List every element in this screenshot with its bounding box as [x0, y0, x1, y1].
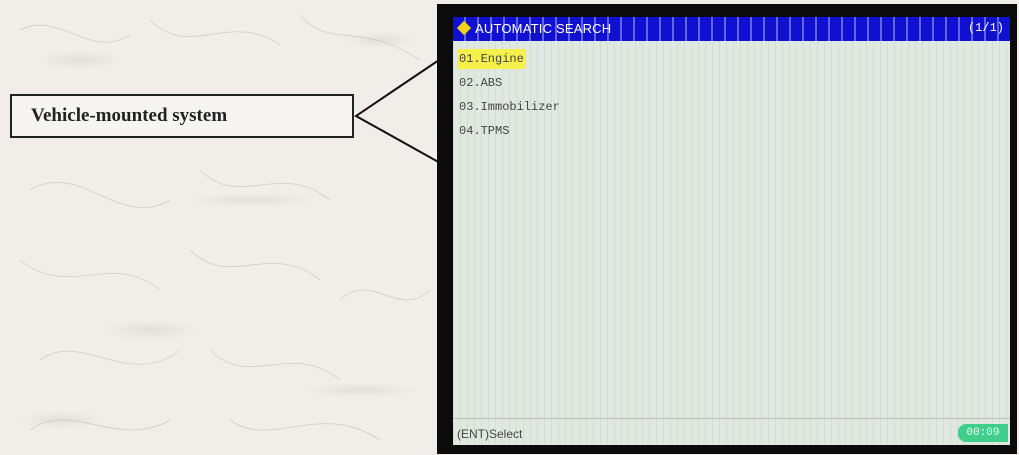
page-indicator: (1/1) — [967, 21, 1004, 35]
status-bar: (ENT)Select 00:09 — [453, 418, 1010, 445]
timer-badge: 00:09 — [958, 424, 1008, 442]
menu-item-tpms[interactable]: 04.TPMS — [457, 121, 562, 141]
title-bar: AUTOMATIC SEARCH (1/1) — [453, 17, 1010, 41]
screen-title: AUTOMATIC SEARCH — [475, 21, 612, 36]
menu-item-engine[interactable]: 01.Engine — [457, 49, 526, 69]
yellow-diamond-icon — [456, 20, 472, 36]
callout-label: Vehicle-mounted system — [31, 105, 228, 126]
menu-item-abs[interactable]: 02.ABS — [457, 73, 562, 93]
callout-label-box: Vehicle-mounted system — [10, 94, 354, 138]
device-screen: AUTOMATIC SEARCH (1/1) 01.Engine 02.ABS … — [453, 17, 1010, 445]
menu-item-immobilizer[interactable]: 03.Immobilizer — [457, 97, 562, 117]
callout-leader-lines — [354, 57, 443, 165]
system-menu: 01.Engine 02.ABS 03.Immobilizer 04.TPMS — [457, 47, 562, 145]
select-hint: (ENT)Select — [457, 427, 523, 441]
